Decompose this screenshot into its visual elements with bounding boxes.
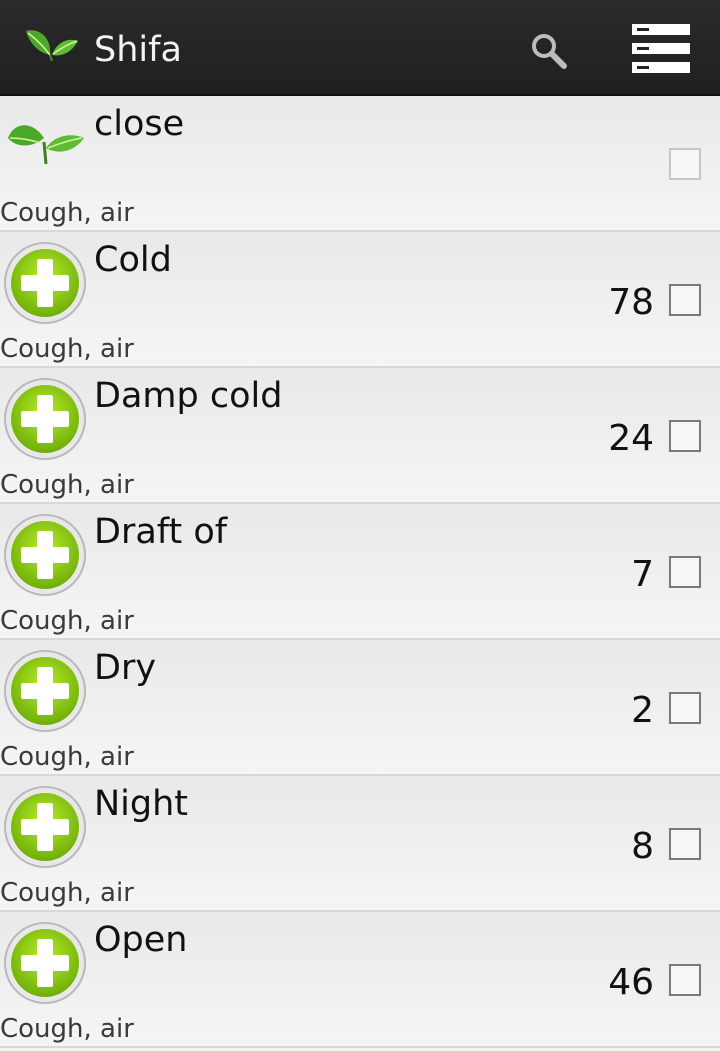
green-plus-icon[interactable] <box>2 920 88 1006</box>
item-subtitle: Cough, air <box>0 878 134 908</box>
item-checkbox[interactable] <box>669 420 701 452</box>
item-checkbox[interactable] <box>669 148 701 180</box>
item-checkbox[interactable] <box>669 692 701 724</box>
item-checkbox[interactable] <box>669 284 701 316</box>
green-plus-icon[interactable] <box>2 784 88 870</box>
list-item[interactable]: Open 46 Cough, air <box>0 912 720 1048</box>
item-subtitle: Cough, air <box>0 198 134 228</box>
list-item[interactable]: Dry 2 Cough, air <box>0 640 720 776</box>
item-title: Draft of <box>94 512 228 552</box>
item-subtitle: Cough, air <box>0 334 134 364</box>
leaf-logo-icon[interactable] <box>22 25 80 69</box>
list-item[interactable]: close Cough, air <box>0 96 720 232</box>
item-count: 8 <box>631 826 654 867</box>
item-title: Dry <box>94 648 157 688</box>
item-title: Open <box>94 920 188 960</box>
list-menu-icon[interactable] <box>630 22 692 76</box>
item-title: Damp cold <box>94 376 283 416</box>
item-checkbox[interactable] <box>669 964 701 996</box>
list-item[interactable]: Cold 78 Cough, air <box>0 232 720 368</box>
item-count: 24 <box>608 418 654 459</box>
item-checkbox[interactable] <box>669 556 701 588</box>
search-icon[interactable] <box>528 30 568 70</box>
green-plus-icon[interactable] <box>2 512 88 598</box>
item-subtitle: Cough, air <box>0 742 134 772</box>
item-title: close <box>94 104 185 144</box>
action-bar: Shifa <box>0 0 720 96</box>
item-count: 78 <box>608 282 654 323</box>
item-subtitle: Cough, air <box>0 606 134 636</box>
green-plus-icon[interactable] <box>2 376 88 462</box>
item-title: Cold <box>94 240 172 280</box>
app-title: Shifa <box>94 30 182 70</box>
green-plus-icon[interactable] <box>2 240 88 326</box>
list-item[interactable]: Damp cold 24 Cough, air <box>0 368 720 504</box>
green-plus-icon[interactable] <box>2 648 88 734</box>
item-checkbox[interactable] <box>669 828 701 860</box>
item-subtitle: Cough, air <box>0 470 134 500</box>
item-count: 2 <box>631 690 654 731</box>
list-item[interactable]: Night 8 Cough, air <box>0 776 720 912</box>
item-title: Night <box>94 784 189 824</box>
item-count: 46 <box>608 962 654 1003</box>
remedy-list: close Cough, air Cold 78 Cough, air Damp co… <box>0 96 720 1048</box>
item-subtitle: Cough, air <box>0 1014 134 1044</box>
item-count: 7 <box>631 554 654 595</box>
list-item[interactable]: Draft of 7 Cough, air <box>0 504 720 640</box>
leaf-icon <box>8 125 84 165</box>
